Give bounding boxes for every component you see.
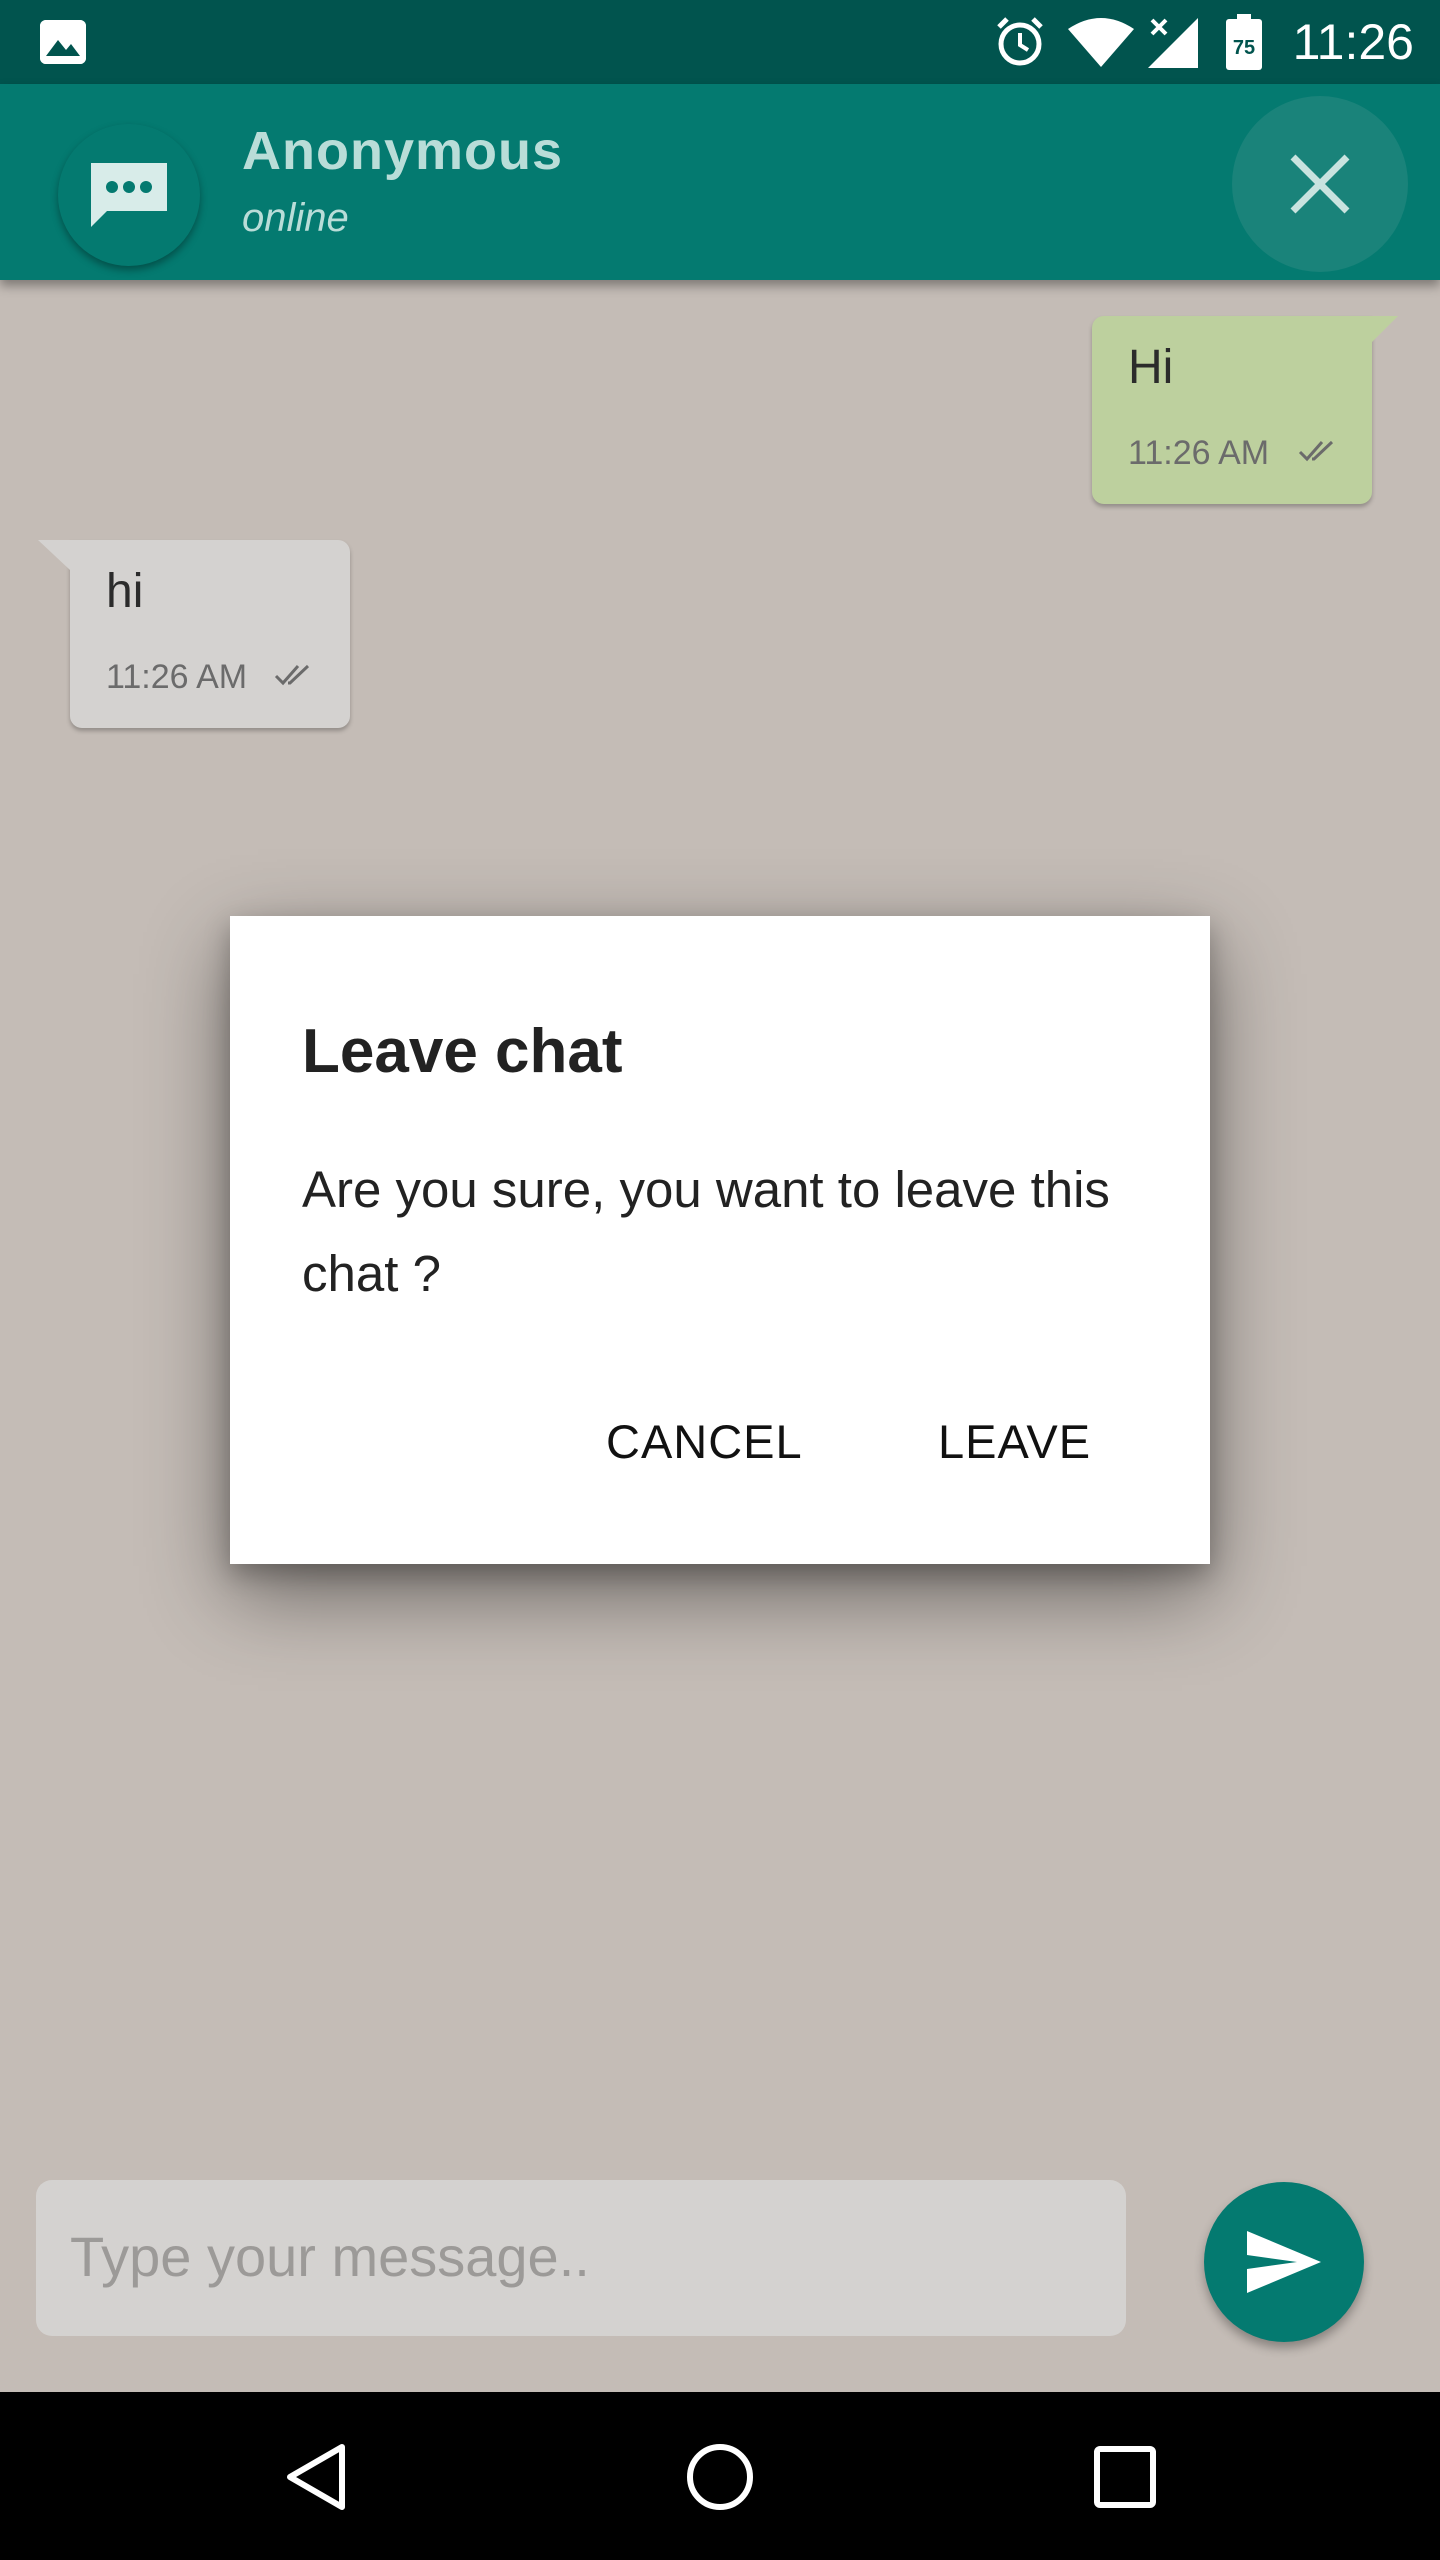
chat-avatar[interactable] — [58, 124, 200, 266]
message-text: hi — [106, 565, 144, 618]
close-button[interactable] — [1232, 96, 1408, 272]
home-icon[interactable] — [675, 2432, 765, 2522]
chat-status: online — [242, 196, 349, 240]
leave-chat-dialog: Leave chat Are you sure, you want to lea… — [230, 916, 1210, 1564]
message-text: Hi — [1128, 341, 1174, 394]
outgoing-message[interactable]: Hi 11:26 AM — [1092, 316, 1398, 504]
send-icon — [1247, 2231, 1321, 2293]
dialog-title: Leave chat — [302, 1017, 623, 1086]
double-check-icon — [274, 664, 310, 686]
message-time: 11:26 AM — [106, 658, 248, 696]
app-bar: Anonymous online — [0, 84, 1440, 280]
battery-icon: 75 — [1226, 12, 1262, 72]
bubble-tail — [1372, 316, 1398, 342]
battery-level: 75 — [1233, 37, 1255, 59]
message-time: 11:26 AM — [1128, 434, 1270, 472]
incoming-message[interactable]: hi 11:26 AM — [38, 540, 350, 728]
status-time: 11:26 — [1292, 14, 1414, 70]
close-icon — [1290, 154, 1350, 214]
send-button[interactable] — [1204, 2182, 1364, 2342]
bubble-tail — [38, 540, 70, 570]
chat-title: Anonymous — [242, 121, 564, 181]
recents-icon[interactable] — [1080, 2432, 1170, 2522]
double-check-icon — [1298, 440, 1334, 462]
message-input[interactable]: Type your message.. — [36, 2180, 1126, 2336]
chat-bubble-icon — [91, 163, 167, 227]
navigation-bar — [0, 2392, 1440, 2560]
status-bar: 75 11:26 — [0, 0, 1440, 84]
gallery-icon — [40, 20, 86, 64]
message-input-placeholder: Type your message.. — [70, 2225, 590, 2288]
wifi-icon — [1068, 12, 1134, 72]
cancel-button[interactable]: CANCEL — [606, 1414, 803, 1469]
alarm-icon — [992, 12, 1048, 72]
dialog-message: Are you sure, you want to leave this cha… — [302, 1161, 1110, 1302]
leave-button[interactable]: LEAVE — [938, 1414, 1091, 1469]
back-icon[interactable] — [270, 2432, 360, 2522]
signal-icon — [1148, 12, 1198, 72]
